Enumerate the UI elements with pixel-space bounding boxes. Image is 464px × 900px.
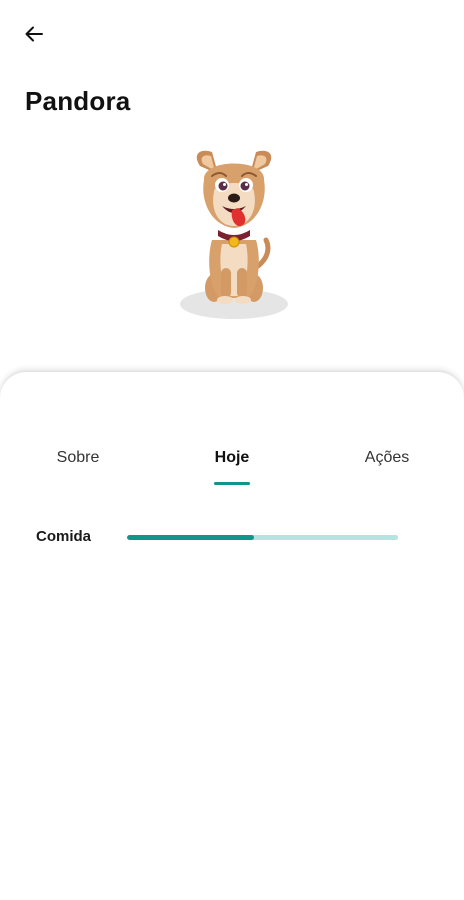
active-tab-indicator: [214, 482, 250, 485]
pet-detail-screen: Pandora Sobre Hoje Ações Comida: [0, 0, 464, 900]
stat-label: Comida: [36, 528, 92, 545]
stat-row-comida: Comida: [36, 526, 416, 550]
page-title: Pandora: [25, 86, 131, 116]
tab-label: Sobre: [56, 449, 100, 466]
tab-sobre[interactable]: Sobre: [18, 444, 138, 488]
food-progress-fill: [127, 535, 255, 540]
tab-acoes[interactable]: Ações: [327, 444, 447, 488]
food-progress-bar: [127, 535, 398, 540]
tab-hoje[interactable]: Hoje: [172, 444, 292, 488]
bottom-sheet: Sobre Hoje Ações Comida: [0, 372, 464, 900]
tab-bar: Sobre Hoje Ações: [0, 444, 464, 494]
tab-label: Hoje: [214, 449, 250, 466]
back-button[interactable]: [14, 14, 54, 54]
tab-label: Ações: [364, 449, 410, 466]
dog-illustration: [180, 150, 288, 319]
arrow-left-icon: [25, 26, 43, 42]
